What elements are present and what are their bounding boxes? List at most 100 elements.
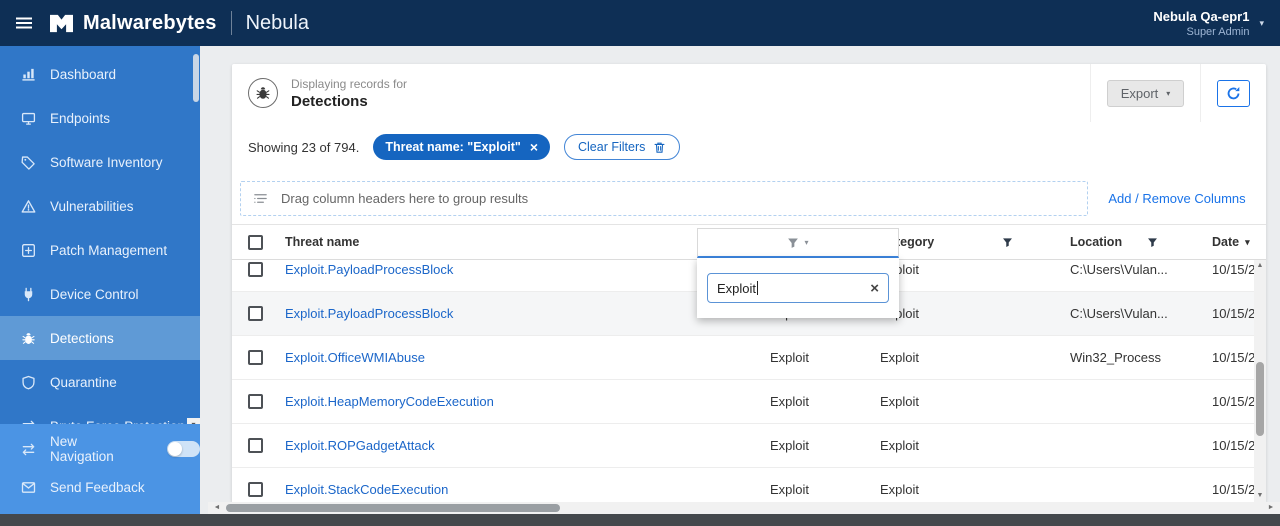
export-button[interactable]: Export ▾ bbox=[1106, 79, 1185, 107]
sidebar-item-vulnerabilities[interactable]: Vulnerabilities bbox=[0, 184, 200, 228]
sidebar-nav: Dashboard Endpoints Software Inventory Vuln… bbox=[0, 46, 200, 448]
select-all-checkbox[interactable] bbox=[248, 234, 263, 250]
sidebar-item-new-navigation[interactable]: New Navigation bbox=[0, 430, 200, 468]
horizontal-scrollbar[interactable]: ◄ ► bbox=[208, 502, 1280, 514]
cell-checkbox bbox=[232, 482, 276, 497]
row-checkbox[interactable] bbox=[248, 350, 263, 365]
cell-type: Exploit bbox=[770, 394, 810, 409]
chevron-down-icon: ▾ bbox=[804, 238, 809, 247]
trash-icon bbox=[653, 141, 666, 154]
sidebar-item-software-inventory[interactable]: Software Inventory bbox=[0, 140, 200, 184]
cell-category: Exploit bbox=[880, 482, 920, 497]
scroll-down-icon[interactable]: ▼ bbox=[1254, 490, 1266, 502]
group-hint: Drag column headers here to group result… bbox=[281, 190, 529, 206]
cell-category: Exploit bbox=[880, 394, 920, 409]
cell-type: Exploit bbox=[770, 482, 810, 497]
text-cursor bbox=[757, 281, 759, 295]
page-title: Detections bbox=[291, 92, 368, 110]
filter-chip[interactable]: Threat name: "Exploit" × bbox=[373, 134, 550, 160]
column-header-threat-name[interactable]: Threat name bbox=[276, 235, 761, 249]
sidebar-scrollbar-thumb[interactable] bbox=[193, 54, 199, 102]
vertical-scrollbar-thumb[interactable] bbox=[1256, 362, 1264, 436]
clear-input-icon[interactable]: × bbox=[870, 281, 879, 296]
clear-filters-label: Clear Filters bbox=[578, 140, 646, 154]
filter-value-input[interactable]: Exploit × bbox=[707, 273, 889, 303]
active-filter-funnel-button[interactable]: ▾ bbox=[697, 228, 899, 258]
sidebar-item-device-control[interactable]: Device Control bbox=[0, 272, 200, 316]
add-remove-columns-link[interactable]: Add / Remove Columns bbox=[1088, 191, 1266, 206]
cell-checkbox bbox=[232, 350, 276, 365]
threat-name-link[interactable]: Exploit.PayloadProcessBlock bbox=[285, 306, 453, 321]
vulnerabilities-icon bbox=[20, 198, 36, 214]
row-checkbox[interactable] bbox=[248, 262, 263, 277]
account-menu[interactable]: Nebula Qa-epr1 Super Admin ▾ bbox=[1153, 9, 1280, 38]
clear-filters-button[interactable]: Clear Filters bbox=[564, 134, 681, 160]
sidebar-item-label: Vulnerabilities bbox=[50, 198, 134, 214]
cell-location: C:\Users\Vulan... bbox=[1070, 262, 1168, 277]
sidebar-item-label: Send Feedback bbox=[50, 479, 145, 495]
sidebar-item-quarantine[interactable]: Quarantine bbox=[0, 360, 200, 404]
filter-input-value: Exploit bbox=[717, 280, 757, 296]
account-text: Nebula Qa-epr1 Super Admin bbox=[1153, 9, 1249, 38]
column-header-location[interactable]: Location bbox=[1061, 235, 1206, 249]
sidebar-item-label: Device Control bbox=[50, 286, 139, 302]
sidebar-item-label: Endpoints bbox=[50, 110, 111, 126]
row-checkbox[interactable] bbox=[248, 394, 263, 409]
refresh-button[interactable] bbox=[1217, 79, 1250, 107]
row-checkbox[interactable] bbox=[248, 438, 263, 453]
malwarebytes-logo: Malwarebytes bbox=[49, 12, 217, 35]
sidebar-item-send-feedback[interactable]: Send Feedback bbox=[0, 468, 200, 506]
filter-chip-label: Threat name: "Exploit" bbox=[385, 140, 521, 154]
cell-threat-name: Exploit.HeapMemoryCodeExecution bbox=[276, 394, 761, 409]
filter-funnel-icon[interactable] bbox=[1147, 237, 1158, 248]
table-vertical-scrollbar[interactable]: ▲ ▼ bbox=[1254, 260, 1266, 502]
sidebar-item-label: Software Inventory bbox=[50, 154, 163, 170]
scroll-left-icon[interactable]: ◄ bbox=[210, 502, 224, 514]
cell-threat-name: Exploit.PayloadProcessBlock bbox=[276, 306, 761, 321]
cell-threat-name: Exploit.PayloadProcessBlock bbox=[276, 262, 761, 277]
header-text: Displaying records for Detections bbox=[291, 77, 407, 110]
filter-funnel-icon[interactable] bbox=[1002, 237, 1013, 248]
threat-name-link[interactable]: Exploit.PayloadProcessBlock bbox=[285, 262, 453, 277]
threat-name-link[interactable]: Exploit.StackCodeExecution bbox=[285, 482, 448, 497]
sidebar: Dashboard Endpoints Software Inventory Vuln… bbox=[0, 46, 200, 514]
threat-name-link[interactable]: Exploit.OfficeWMIAbuse bbox=[285, 350, 425, 365]
cell-checkbox bbox=[232, 306, 276, 321]
table-row: Exploit.HeapMemoryCodeExecution Exploit Ex… bbox=[232, 380, 1266, 424]
table-row: Exploit.ROPGadgetAttack Exploit Exploit 10/… bbox=[232, 424, 1266, 468]
detections-bug-icon bbox=[248, 78, 278, 108]
sidebar-item-dashboard[interactable]: Dashboard bbox=[0, 52, 200, 96]
records-eyebrow: Displaying records for bbox=[291, 76, 408, 91]
column-header-category[interactable]: Category bbox=[871, 235, 1061, 249]
new-navigation-toggle[interactable] bbox=[166, 441, 200, 457]
sidebar-item-endpoints[interactable]: Endpoints bbox=[0, 96, 200, 140]
row-checkbox[interactable] bbox=[248, 306, 263, 321]
row-checkbox[interactable] bbox=[248, 482, 263, 497]
scroll-up-icon[interactable]: ▲ bbox=[1254, 260, 1266, 272]
threat-name-link[interactable]: Exploit.HeapMemoryCodeExecution bbox=[285, 394, 494, 409]
account-role: Super Admin bbox=[1186, 25, 1250, 38]
brute-force-icon bbox=[20, 441, 36, 457]
envelope-icon bbox=[20, 479, 36, 495]
patch-management-icon bbox=[20, 242, 36, 258]
endpoints-icon bbox=[20, 110, 36, 126]
device-control-icon bbox=[20, 286, 36, 302]
cell-location: Win32_Process bbox=[1070, 350, 1162, 365]
threat-name-link[interactable]: Exploit.ROPGadgetAttack bbox=[285, 438, 435, 453]
group-drop-zone[interactable]: Drag column headers here to group result… bbox=[240, 180, 1088, 216]
account-name: Nebula Qa-epr1 bbox=[1153, 8, 1250, 24]
column-header-date[interactable]: Date ▾ bbox=[1206, 235, 1266, 249]
close-icon[interactable]: × bbox=[530, 140, 538, 154]
card-header: Displaying records for Detections Export… bbox=[232, 64, 1266, 122]
cell-threat-name: Exploit.OfficeWMIAbuse bbox=[276, 350, 761, 365]
detections-icon bbox=[20, 330, 36, 346]
toggle-knob bbox=[167, 442, 182, 456]
sidebar-item-patch-management[interactable]: Patch Management bbox=[0, 228, 200, 272]
dashboard-icon bbox=[20, 66, 36, 82]
sidebar-item-detections[interactable]: Detections bbox=[0, 316, 200, 360]
horizontal-scrollbar-thumb[interactable] bbox=[226, 504, 560, 512]
sidebar-footer: New Navigation Send Feedback bbox=[0, 424, 200, 514]
location-header-label: Location bbox=[1070, 235, 1123, 249]
menu-icon[interactable] bbox=[0, 13, 49, 33]
scroll-right-icon[interactable]: ► bbox=[1264, 502, 1278, 514]
